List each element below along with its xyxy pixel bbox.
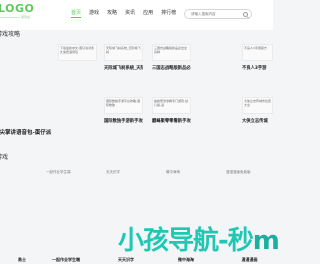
watermark-text: 小孩导航-秒m xyxy=(118,226,280,256)
site-logo[interactable]: LOGO 游戏站 xyxy=(0,2,35,21)
site-header: LOGO 游戏站 首页 游戏 攻略 资讯 应用 排行榜 xyxy=(0,0,273,30)
game-title: 一起作业学生端 xyxy=(52,257,80,262)
game-title: 漫漫漫画 xyxy=(241,257,258,262)
news-thumbnail: 不良人3手游官方 xyxy=(242,44,273,61)
news-thumbnail: 天际城飞刹系统_天际城飞刹 xyxy=(104,44,143,61)
nav-item-ranking[interactable]: 排行榜 xyxy=(161,10,176,18)
news-thumbnail: 三国志战略版新品必出全兵种 xyxy=(152,44,191,61)
news-thumbnail: 国际数独手游平台攻略-国际数独 xyxy=(104,97,143,114)
section-title-strategy: 游戏攻略 xyxy=(0,31,21,38)
news-card[interactable]: 三国志战略版新品必出全兵种 三国志战略版新品必出 xyxy=(152,44,191,74)
news-title: 天际城飞刹系统_天际 xyxy=(104,66,143,71)
news-card[interactable]: 天际城飞刹系统_天际城飞刹 天际城飞刹系统_天际 xyxy=(104,44,143,74)
news-card[interactable]: 巅峰聚零零看专门游戏-幼儿版-蓝 巅峰聚零零看新手攻略 xyxy=(152,97,191,127)
game-thumbnail: 一起作业学生端 xyxy=(46,170,71,174)
game-title: 勇士 xyxy=(18,257,26,262)
nav-item-apps[interactable]: 应用 xyxy=(143,10,153,18)
logo-underline: 游戏站 xyxy=(0,15,30,19)
nav-item-news[interactable]: 资讯 xyxy=(125,10,135,18)
news-card[interactable]: 不良人3手游官方 不良人3手游 xyxy=(242,44,273,74)
news-card[interactable]: 大侠立志传城市位置大全 大侠立志传城 xyxy=(242,97,273,127)
news-title: 大侠立志传城 xyxy=(242,119,268,124)
game-thumbnail: 漫漫漫画免费版 xyxy=(226,170,251,174)
game-thumbnail: 微中海淘 xyxy=(166,170,180,174)
game-card[interactable]: 一起作业学生端 一起作业学生端 xyxy=(46,168,86,263)
nav-item-strategy[interactable]: 攻略 xyxy=(107,10,117,18)
game-thumbnail xyxy=(0,168,26,178)
game-title: 天天识字 xyxy=(118,257,134,262)
logo-tagline: 游戏站 xyxy=(19,15,30,19)
game-thumbnail: 天天识字 xyxy=(106,170,120,174)
search-input[interactable] xyxy=(191,10,247,18)
news-title: 三国志战略版新品必出 xyxy=(152,66,191,71)
news-thumbnail: 大侠立志传城市位置大全 xyxy=(242,97,273,114)
section-title-games: 游戏 xyxy=(0,154,9,161)
game-card[interactable]: 勇士 xyxy=(0,168,26,263)
logo-text: LOGO xyxy=(0,2,35,15)
news-thumbnail: 巅峰聚零零看专门游戏-幼儿版-蓝 xyxy=(152,97,191,114)
search-icon[interactable] xyxy=(243,12,248,17)
news-card[interactable]: 下载最新中文-蛋仔派对永久免费语音包 xyxy=(58,44,97,74)
news-thumbnail: 下载最新中文-蛋仔派对永久免费语音包 xyxy=(58,44,97,61)
watermark: 小孩导航-秒m xyxy=(118,227,280,255)
news-title: 国际数独手游新手攻略 xyxy=(104,119,143,124)
nav-item-games[interactable]: 游戏 xyxy=(89,10,99,18)
game-title: 微中海淘 xyxy=(178,257,194,262)
search-box xyxy=(184,9,252,19)
news-card[interactable]: 国际数独手游平台攻略-国际数独 国际数独手游新手攻略 xyxy=(104,97,143,127)
lead-article-title: 指尖掌讲语音包-蛋仔派 xyxy=(0,130,52,136)
lead-article[interactable]: 指尖掌讲语音包-蛋仔派 xyxy=(0,71,52,136)
main-nav: 首页 游戏 攻略 资讯 应用 排行榜 xyxy=(71,10,184,18)
news-title: 巅峰聚零零看新手攻略 xyxy=(152,119,191,124)
nav-item-home[interactable]: 首页 xyxy=(71,10,82,18)
news-title: 不良人3手游 xyxy=(242,66,267,71)
